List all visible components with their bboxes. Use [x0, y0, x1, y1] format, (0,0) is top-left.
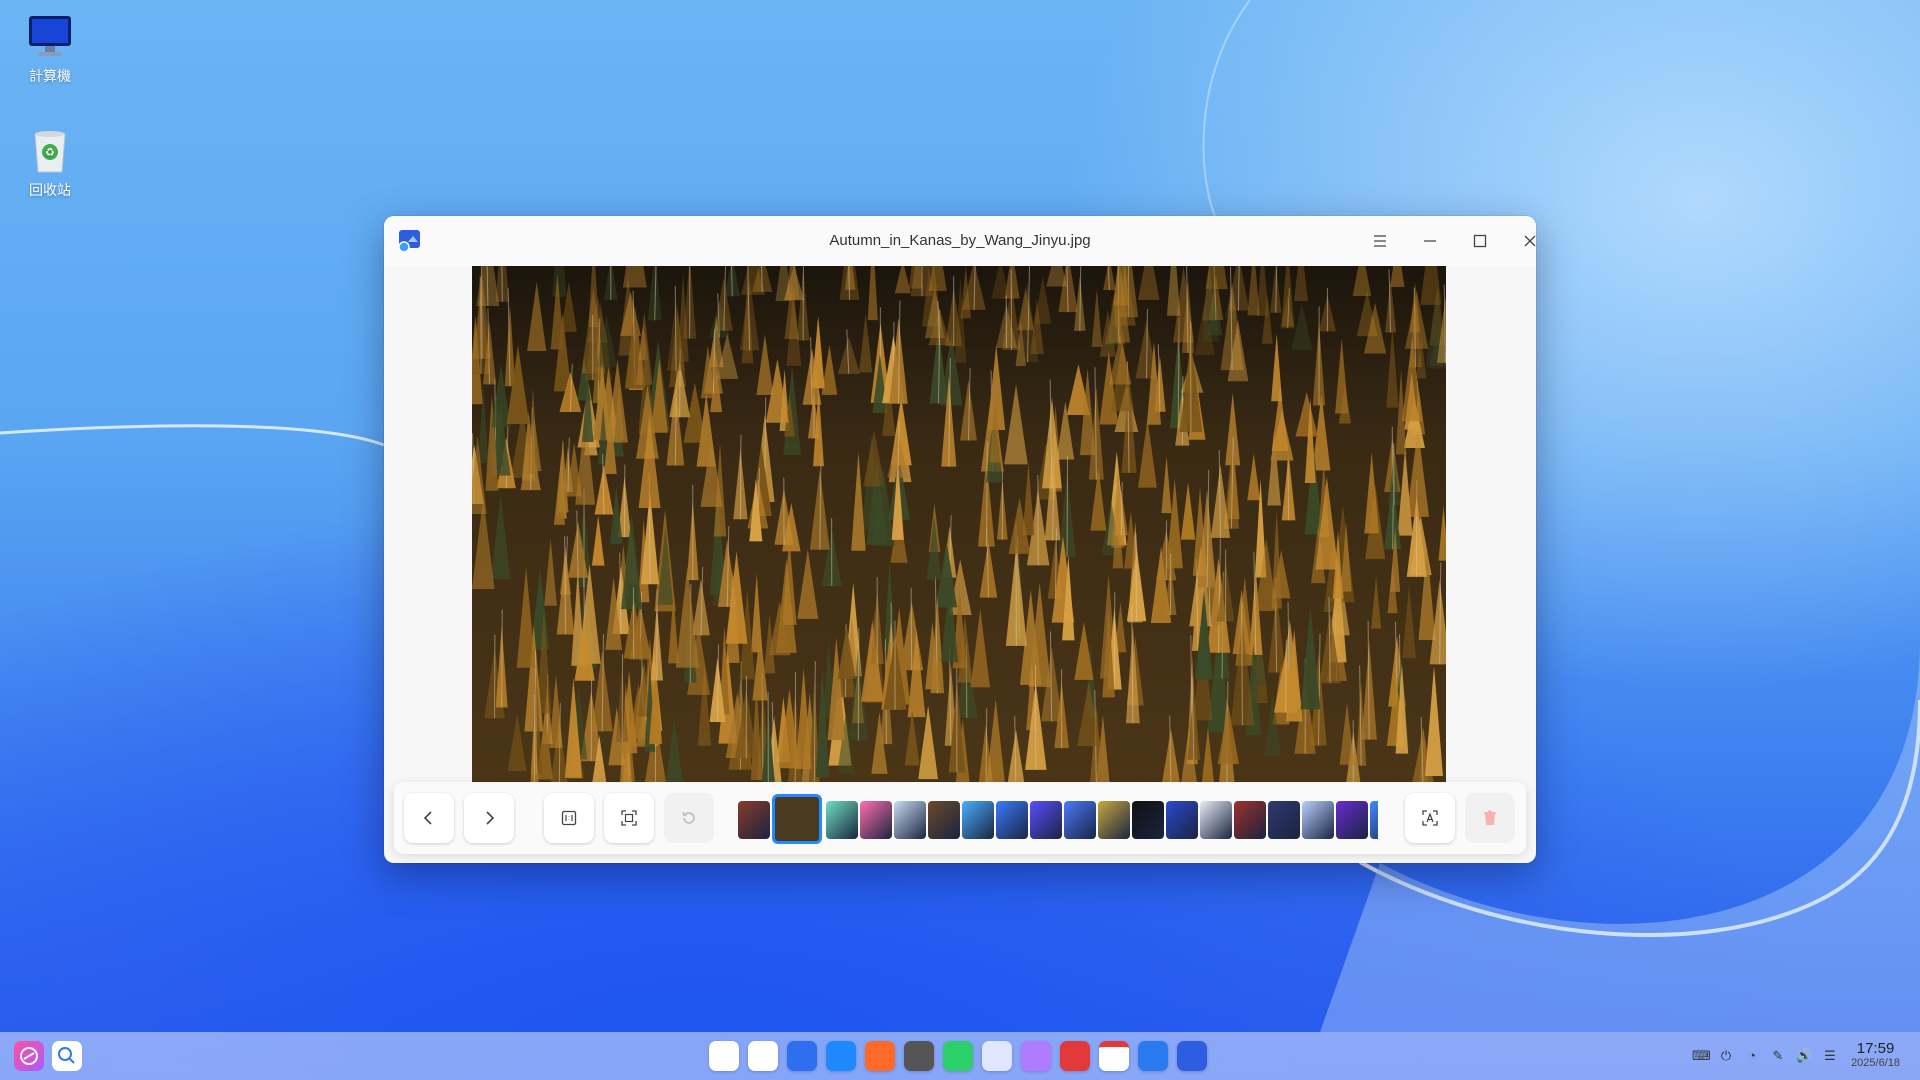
minimize-icon — [1424, 240, 1436, 242]
thumbnail[interactable] — [738, 801, 770, 839]
app-store-icon[interactable] — [865, 1041, 895, 1071]
document-viewer-icon[interactable] — [1138, 1041, 1168, 1071]
terminal-icon[interactable] — [1060, 1041, 1090, 1071]
thumbnail[interactable] — [1268, 801, 1300, 839]
displayed-image — [472, 266, 1446, 783]
browser-icon[interactable] — [826, 1041, 856, 1071]
widgets-icon[interactable] — [748, 1041, 778, 1071]
clock-time: 17:59 — [1856, 1040, 1895, 1057]
thumbnail-strip[interactable] — [738, 794, 1378, 844]
ocr-icon — [1422, 810, 1438, 826]
desktop-icon-label: 計算機 — [29, 68, 71, 84]
svg-text:♻: ♻ — [45, 147, 55, 159]
close-icon — [1524, 235, 1536, 247]
thumbnail[interactable] — [860, 801, 892, 839]
thumbnail[interactable] — [1098, 801, 1130, 839]
original-size-button[interactable] — [544, 793, 594, 843]
keyboard-icon[interactable]: ⌨ — [1692, 1048, 1711, 1064]
thumbnail[interactable] — [894, 801, 926, 839]
thumbnail[interactable] — [826, 801, 858, 839]
previous-button[interactable] — [404, 793, 454, 843]
control-center-icon[interactable]: ☰ — [1822, 1048, 1838, 1064]
maximize-button[interactable] — [1460, 221, 1500, 261]
thumbnail[interactable] — [1234, 801, 1266, 839]
menu-icon — [1374, 235, 1386, 247]
thumbnail[interactable] — [1336, 801, 1368, 839]
thumbnail[interactable] — [962, 801, 994, 839]
bottom-toolbar — [394, 782, 1526, 854]
thumbnail[interactable] — [1166, 801, 1198, 839]
thumbnail[interactable] — [1370, 801, 1378, 839]
thumbnail[interactable] — [1302, 801, 1334, 839]
launcher-icon — [20, 1047, 38, 1065]
volume-icon[interactable]: 🔊 — [1796, 1048, 1812, 1064]
calendar-icon[interactable] — [1099, 1041, 1129, 1071]
notes-icon[interactable] — [982, 1041, 1012, 1071]
menu-button[interactable] — [1360, 221, 1400, 261]
search-icon — [58, 1047, 75, 1064]
image-viewer-icon[interactable] — [1177, 1041, 1207, 1071]
image-viewer-window: Autumn_in_Kanas_by_Wang_Jinyu.jpg — [384, 216, 1536, 863]
titlebar: Autumn_in_Kanas_by_Wang_Jinyu.jpg — [384, 216, 1536, 266]
fit-window-icon — [621, 810, 637, 826]
search-button[interactable] — [52, 1041, 82, 1071]
clock[interactable]: 17:59 2025/6/18 — [1851, 1040, 1900, 1069]
mail-icon[interactable] — [1021, 1041, 1051, 1071]
previous-icon — [423, 811, 432, 825]
music-icon[interactable] — [943, 1041, 973, 1071]
thumbnail[interactable] — [928, 801, 960, 839]
notification-icon[interactable]: ◔ — [1744, 1048, 1760, 1064]
settings-icon[interactable] — [904, 1041, 934, 1071]
delete-button[interactable] — [1465, 793, 1515, 843]
ocr-button[interactable] — [1405, 793, 1455, 843]
file-manager-icon[interactable] — [787, 1041, 817, 1071]
rotate-button[interactable] — [664, 793, 714, 843]
close-button[interactable] — [1510, 221, 1536, 261]
thumbnail-active[interactable] — [772, 794, 822, 844]
trash-bin-icon: ♻ — [25, 126, 75, 176]
clock-date: 2025/6/18 — [1851, 1057, 1900, 1069]
thumbnail[interactable] — [1132, 801, 1164, 839]
maximize-icon — [1473, 234, 1487, 248]
thumbnail[interactable] — [996, 801, 1028, 839]
monitor-icon — [25, 12, 75, 62]
rotate-icon — [682, 812, 695, 824]
desktop-icon-label: 回收站 — [29, 182, 71, 198]
app-grid-icon[interactable] — [709, 1041, 739, 1071]
next-button[interactable] — [464, 793, 514, 843]
next-icon — [486, 811, 495, 825]
launcher-button[interactable] — [14, 1041, 44, 1071]
thumbnail[interactable] — [1064, 801, 1096, 839]
desktop-icon-trash[interactable]: ♻ 回收站 — [5, 126, 95, 200]
original-size-icon — [561, 810, 577, 826]
thumbnail[interactable] — [1200, 801, 1232, 839]
power-icon[interactable]: ⏻ — [1718, 1048, 1734, 1064]
delete-icon — [1484, 810, 1496, 825]
thumbnail[interactable] — [1030, 801, 1062, 839]
minimize-button[interactable] — [1410, 221, 1450, 261]
taskbar: ⌨ ⏻ ◔ ✎ 🔊 ☰ 17:59 2025/6/18 — [0, 1032, 1920, 1080]
fit-window-button[interactable] — [604, 793, 654, 843]
desktop-icon-computer[interactable]: 計算機 — [5, 12, 95, 86]
pen-icon[interactable]: ✎ — [1770, 1048, 1786, 1064]
